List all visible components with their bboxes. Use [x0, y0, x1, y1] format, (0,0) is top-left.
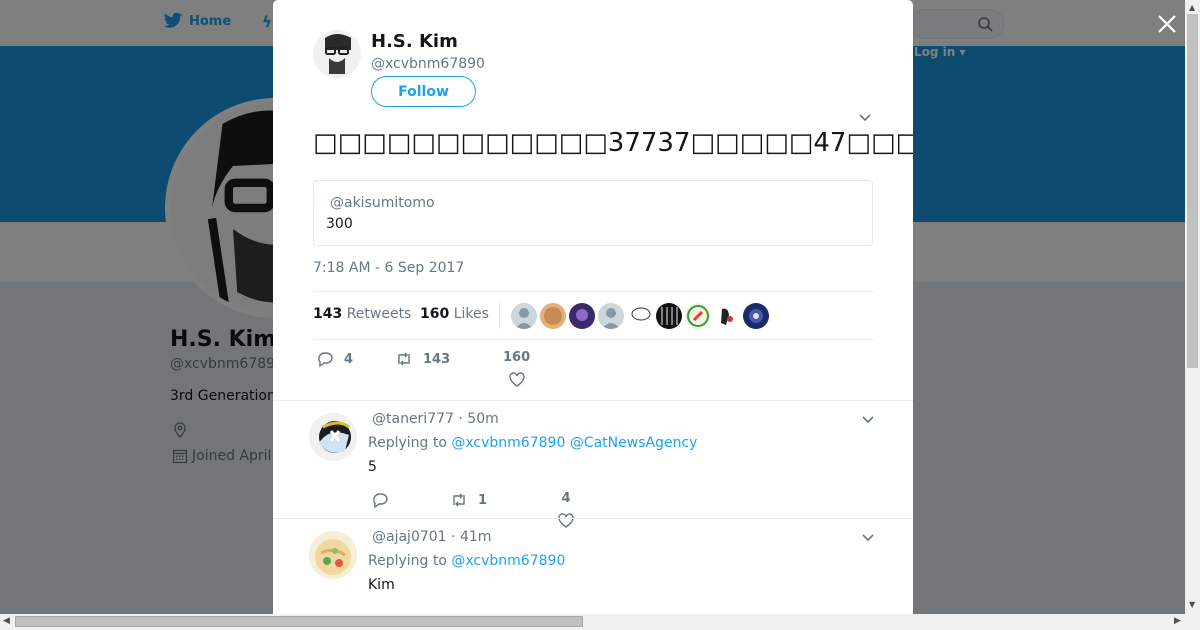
quoted-tweet-handle: @akisumitomo [330, 195, 435, 211]
liker-avatars [511, 303, 769, 329]
like-button[interactable]: 160 [503, 350, 530, 389]
tweet-modal: H.S. Kim @xcvbnm67890 Follow □□□□□□□□□□□… [273, 0, 913, 614]
tweet-timestamp[interactable]: 7:18 AM - 6 Sep 2017 [313, 260, 464, 276]
liker-avatar[interactable] [627, 303, 653, 329]
reply-text: 5 [368, 459, 377, 475]
reply-text: Kim [368, 577, 395, 593]
retweet-icon [453, 493, 465, 507]
tweet-author-handle[interactable]: @xcvbnm67890 [371, 56, 485, 72]
retweet-button[interactable]: 1 [450, 491, 487, 509]
reply-button[interactable] [371, 491, 389, 509]
scroll-left-arrow-icon[interactable]: ◀ [3, 616, 10, 626]
vertical-scrollbar-thumb[interactable] [1187, 14, 1198, 368]
liker-avatar[interactable] [540, 303, 566, 329]
liker-avatar[interactable] [714, 303, 740, 329]
reply-tweet[interactable]: @taneri777 · 50m Replying to @xcvbnm6789… [273, 401, 913, 528]
reply-time[interactable]: 41m [460, 529, 491, 545]
chevron-down-icon[interactable] [861, 531, 875, 545]
retweets-stat-count: 143 [313, 306, 343, 322]
reply-handle[interactable]: @ajaj0701 [372, 529, 447, 545]
reply-icon [373, 493, 388, 509]
scroll-up-arrow-icon[interactable]: ▲ [1189, 3, 1195, 12]
tweet-author-avatar[interactable] [313, 30, 361, 78]
liker-avatar[interactable] [569, 303, 595, 329]
tweet-actions: 4 143 160 [313, 350, 873, 395]
tweet-stats: 143 Retweets 160 Likes [313, 291, 873, 340]
horizontal-scrollbar-thumb[interactable] [15, 616, 583, 627]
reply-header: @ajaj0701 · 41m [372, 529, 492, 545]
like-count: 4 [561, 491, 571, 506]
reply-avatar-illustration [309, 413, 357, 461]
vertical-scrollbar[interactable]: ▲ ▼ [1185, 0, 1200, 614]
scroll-down-arrow-icon[interactable]: ▼ [1189, 600, 1195, 609]
liker-avatar[interactable] [656, 303, 682, 329]
retweet-count: 1 [478, 492, 488, 508]
retweets-stat-label: Retweets [346, 306, 412, 322]
stats-divider [499, 301, 500, 329]
reply-header: @taneri777 · 50m [372, 411, 499, 427]
retweets-stat[interactable]: 143 Retweets [313, 306, 411, 322]
reply-avatar[interactable] [309, 531, 357, 579]
reply-tweet[interactable]: @ajaj0701 · 41m Replying to @xcvbnm67890… [273, 519, 913, 614]
reply-count: 4 [344, 351, 354, 367]
liker-avatar[interactable] [743, 303, 769, 329]
replying-to: Replying to @xcvbnm67890 @CatNewsAgency [368, 435, 697, 451]
chevron-down-icon[interactable] [861, 413, 875, 427]
reply-time[interactable]: 50m [467, 411, 498, 427]
horizontal-scrollbar[interactable]: ◀ ▶ [0, 614, 1200, 630]
retweet-count: 143 [423, 351, 451, 367]
reply-icon [318, 352, 333, 368]
liker-avatar[interactable] [685, 303, 711, 329]
tweet-author-name[interactable]: H.S. Kim [371, 31, 458, 52]
reply-button[interactable]: 4 [316, 350, 353, 368]
quoted-tweet[interactable]: @akisumitomo 300 [313, 180, 873, 246]
replying-to-prefix: Replying to [368, 553, 447, 569]
reply-handle[interactable]: @taneri777 [372, 411, 454, 427]
close-icon[interactable] [1155, 12, 1179, 36]
quoted-tweet-text: 300 [326, 216, 353, 232]
mention-link[interactable]: @xcvbnm67890 [451, 435, 565, 451]
mention-link[interactable]: @CatNewsAgency [570, 435, 698, 451]
likes-stat[interactable]: 160 Likes [420, 306, 489, 322]
heart-icon [508, 372, 525, 387]
scroll-right-arrow-icon[interactable]: ▶ [1174, 616, 1181, 626]
reply-avatar[interactable] [309, 413, 357, 461]
retweet-button[interactable]: 143 [395, 350, 450, 368]
retweet-icon [398, 352, 410, 366]
likes-stat-count: 160 [420, 306, 450, 322]
likes-stat-label: Likes [453, 306, 489, 322]
replying-to-prefix: Replying to [368, 435, 447, 451]
liker-avatar[interactable] [598, 303, 624, 329]
mention-link[interactable]: @xcvbnm67890 [451, 553, 565, 569]
follow-button[interactable]: Follow [371, 76, 476, 107]
replying-to: Replying to @xcvbnm67890 [368, 553, 565, 569]
like-count: 160 [503, 350, 531, 365]
reply-avatar-illustration [309, 531, 357, 579]
liker-avatar[interactable] [511, 303, 537, 329]
chevron-down-icon[interactable] [858, 111, 872, 125]
author-avatar-illustration [313, 30, 361, 78]
tweet-text: □□□□□□□□□□□□37737□□□□□47□□□□□□□□□□□□□□□□… [313, 128, 913, 158]
